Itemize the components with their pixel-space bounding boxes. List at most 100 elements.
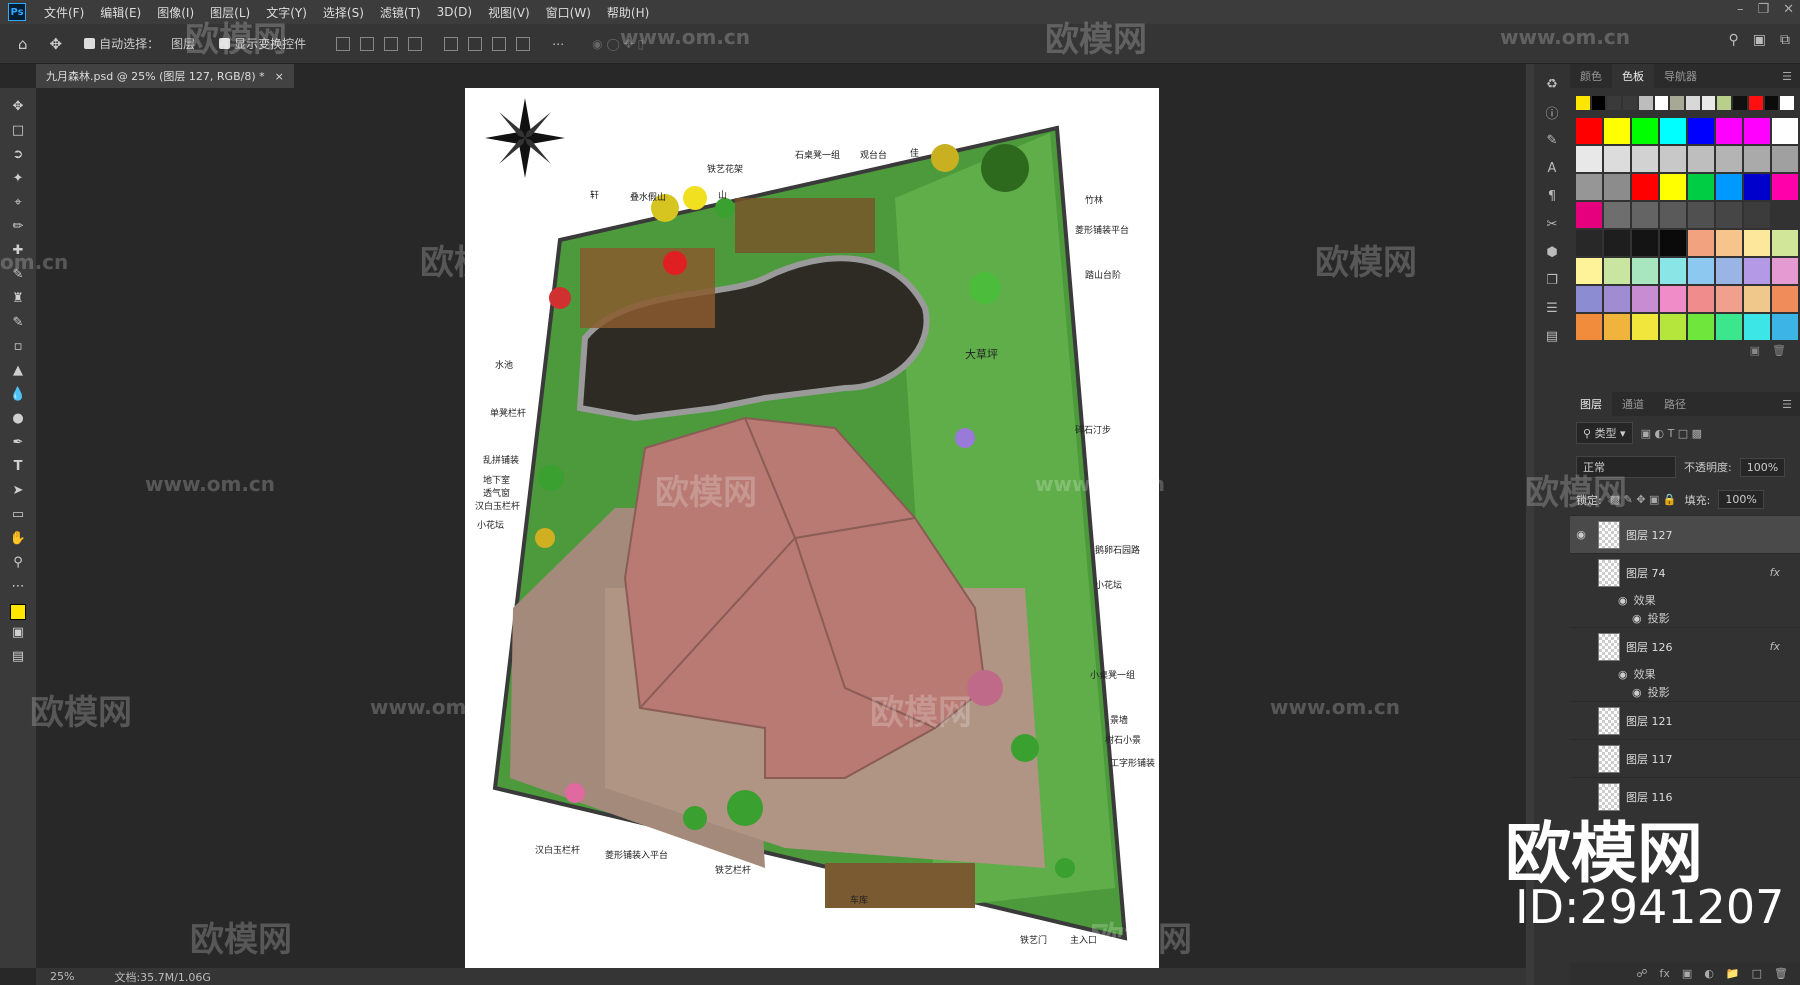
properties-icon[interactable]: ▤ [1542,326,1562,346]
color-swatch[interactable] [1716,258,1742,284]
document-tab[interactable]: 九月森林.psd @ 25% (图层 127, RGB/8) * × [36,64,294,88]
menu-type[interactable]: 文字(Y) [258,4,315,21]
layer-name[interactable]: 图层 74 [1626,565,1666,581]
new-layer-icon[interactable]: □ [1752,967,1762,981]
recent-swatch[interactable] [1701,96,1716,110]
adjustments-icon[interactable]: ☰ [1542,298,1562,318]
color-swatch[interactable] [1660,202,1686,228]
close-icon[interactable]: ✕ [1783,2,1794,17]
layer-fx-icon[interactable]: fx [1770,566,1780,579]
spot-healing-tool-icon[interactable]: ✚ [6,238,30,262]
menu-window[interactable]: 窗口(W) [538,4,599,21]
lock-icons[interactable]: ▩ ✎ ✥ ▣ 🔒 [1610,493,1677,506]
quick-mask-icon[interactable]: ▣ [6,620,30,644]
menu-help[interactable]: 帮助(H) [599,4,657,21]
paint-bucket-tool-icon[interactable]: ▲ [6,358,30,382]
brush-tool-icon[interactable]: ✎ [6,262,30,286]
paragraph-icon[interactable]: ¶ [1542,186,1562,206]
recent-swatch[interactable] [1607,96,1622,110]
share-icon[interactable]: ⧉ [1780,32,1790,48]
color-swatch[interactable] [1632,230,1658,256]
color-swatch[interactable] [1576,174,1602,200]
add-style-icon[interactable]: fx [1660,967,1670,981]
foreground-color-swatch[interactable] [10,604,26,620]
color-swatch[interactable] [1772,314,1798,340]
menu-file[interactable]: 文件(F) [36,4,92,21]
align-left-icon[interactable] [336,36,351,51]
color-swatch[interactable] [1744,230,1770,256]
align-center-icon[interactable] [360,36,375,51]
color-swatch[interactable] [1716,202,1742,228]
3d-mode-icon[interactable]: ◉ ◯ ✥ ▯ [592,37,644,51]
color-swatch[interactable] [1716,118,1742,144]
align-top-icon[interactable] [444,36,459,51]
color-swatch[interactable] [1632,174,1658,200]
home-icon[interactable]: ⌂ [18,35,28,53]
color-swatch[interactable] [1716,146,1742,172]
workspace-icon[interactable]: ▣ [1753,32,1766,48]
color-swatch[interactable] [1604,314,1630,340]
color-swatch[interactable] [1604,286,1630,312]
color-swatch[interactable] [1688,230,1714,256]
color-swatch[interactable] [1660,258,1686,284]
recent-swatch[interactable] [1733,96,1747,110]
layer-name[interactable]: 图层 121 [1626,713,1673,729]
color-swatch[interactable] [1576,146,1602,172]
filter-icons[interactable]: ▣ ◐ T □ ▩ [1641,427,1702,440]
color-swatch[interactable] [1688,202,1714,228]
path-selection-tool-icon[interactable]: ➤ [6,478,30,502]
color-swatch[interactable] [1744,146,1770,172]
hand-tool-icon[interactable]: ✋ [6,526,30,550]
auto-select-target-dropdown[interactable]: 图层 [171,35,195,52]
adjustment-layer-icon[interactable]: ◐ [1704,967,1714,981]
marquee-tool-icon[interactable]: □ [6,118,30,142]
color-swatch[interactable] [1744,202,1770,228]
character-icon[interactable]: A [1542,158,1562,178]
layer-row[interactable]: 图层 117 [1570,739,1800,777]
document-canvas[interactable]: 铁艺花架 石桌凳一组 观台台 佳 竹林 菱形铺装平台 叠水假山 山 轩 踏山台阶… [465,88,1159,968]
tool-presets-icon[interactable]: ✂ [1542,214,1562,234]
color-swatch[interactable] [1772,258,1798,284]
color-swatch[interactable] [1660,146,1686,172]
visibility-eye-icon[interactable]: ◉ [1570,528,1592,541]
recent-swatch[interactable] [1576,96,1590,110]
color-swatch[interactable] [1772,174,1798,200]
magic-wand-tool-icon[interactable]: ✦ [6,166,30,190]
history-icon[interactable]: ♻ [1542,74,1562,94]
color-swatch[interactable] [1660,230,1686,256]
layer-name[interactable]: 图层 126 [1626,639,1673,655]
more-options-icon[interactable]: ⋯ [552,37,564,51]
layer-effect-row[interactable]: ◉ 效果 [1570,665,1800,683]
color-swatch[interactable] [1660,118,1686,144]
color-swatch[interactable] [1576,314,1602,340]
restore-icon[interactable]: ❐ [1757,2,1769,17]
tab-navigator[interactable]: 导航器 [1654,68,1707,84]
align-right-icon[interactable] [384,36,399,51]
layer-row[interactable]: 图层 126 fx [1570,627,1800,665]
menu-filter[interactable]: 滤镜(T) [372,4,429,21]
color-swatch[interactable] [1716,286,1742,312]
color-swatch[interactable] [1772,146,1798,172]
zoom-level[interactable]: 25% [50,970,74,983]
tab-paths[interactable]: 路径 [1654,396,1696,412]
menu-view[interactable]: 视图(V) [480,4,538,21]
recent-swatch[interactable] [1764,96,1779,110]
layer-name[interactable]: 图层 127 [1626,527,1673,543]
recent-swatch[interactable] [1591,96,1606,110]
color-swatch[interactable] [1604,146,1630,172]
clone-stamp-tool-icon[interactable]: ♜ [6,286,30,310]
color-swatch[interactable] [1604,118,1630,144]
color-swatch[interactable] [1604,202,1630,228]
color-swatch[interactable] [1772,230,1798,256]
color-swatch[interactable] [1688,258,1714,284]
recent-swatch[interactable] [1654,96,1669,110]
search-icon[interactable]: ⚲ [1729,32,1739,48]
color-swatch[interactable] [1604,258,1630,284]
layer-fx-icon[interactable]: fx [1770,640,1780,653]
align-middle-icon[interactable] [468,36,483,51]
color-swatch[interactable] [1716,174,1742,200]
color-swatch[interactable] [1604,174,1630,200]
menu-edit[interactable]: 编辑(E) [92,4,149,21]
opacity-field[interactable]: 100% [1739,457,1786,477]
new-swatch-icon[interactable]: ▣ [1750,344,1760,358]
